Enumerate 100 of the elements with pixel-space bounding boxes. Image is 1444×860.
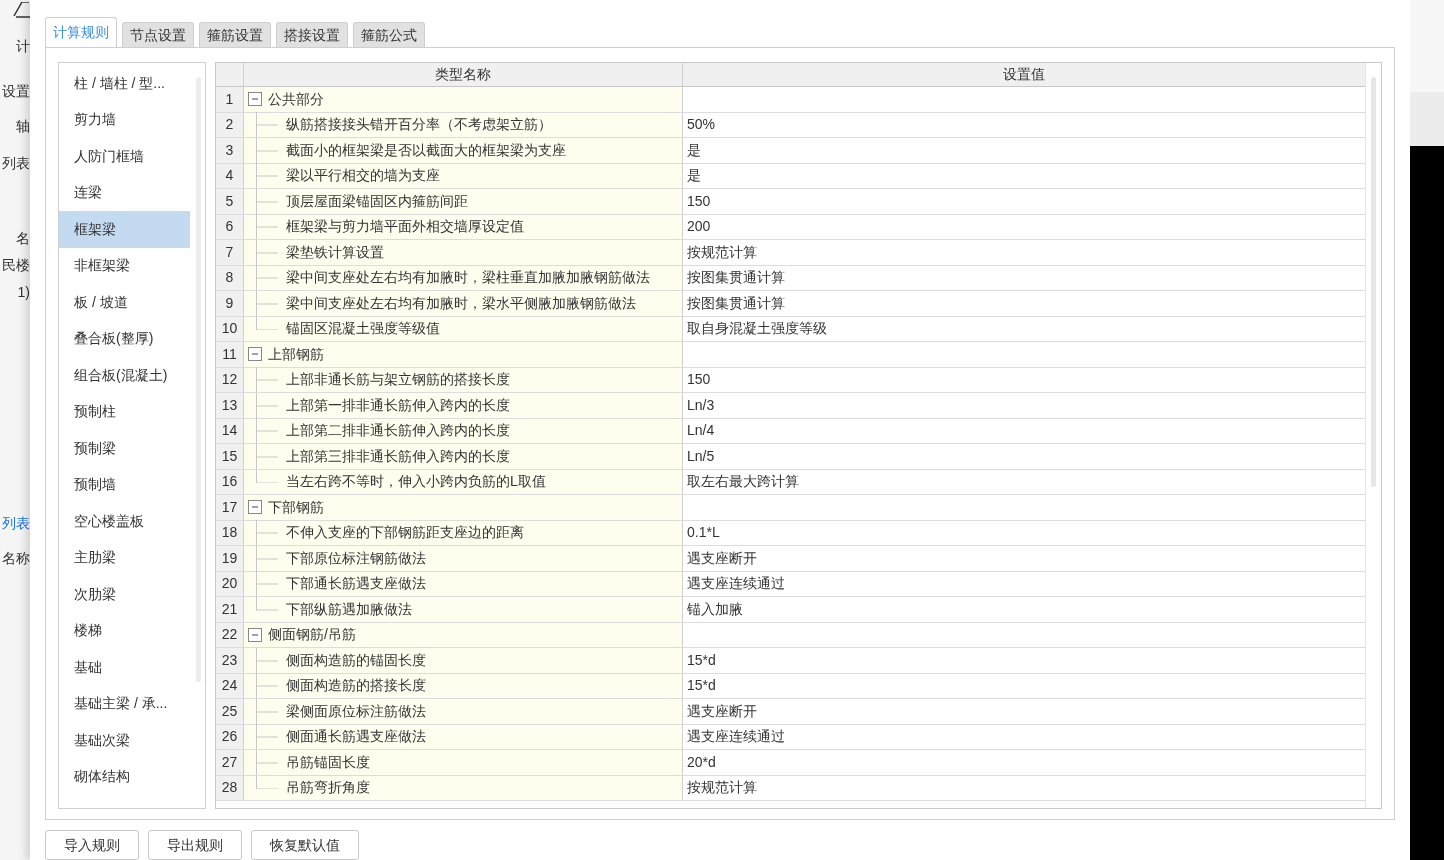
setting-name: 当左右跨不等时，伸入小跨内负筋的L取值 <box>286 472 546 492</box>
setting-value[interactable]: 150 <box>687 190 711 212</box>
background-label: 名称 <box>2 549 30 568</box>
row-number: 24 <box>216 673 244 698</box>
setting-value[interactable]: 按图集贯通计算 <box>687 267 785 289</box>
background-label: 轴 <box>16 117 30 136</box>
row-number: 26 <box>216 724 244 749</box>
row-number: 20 <box>216 571 244 596</box>
category-item[interactable]: 叠合板(整厚) <box>59 320 190 357</box>
tab[interactable]: 计算规则 <box>45 17 117 47</box>
setting-value[interactable]: 按规范计算 <box>687 777 757 799</box>
row-number: 3 <box>216 138 244 163</box>
background-label: 设置 <box>2 82 30 101</box>
setting-name: 下部通长筋遇支座做法 <box>286 574 426 594</box>
setting-value[interactable]: 按规范计算 <box>687 241 757 263</box>
category-item[interactable]: 柱 / 墙柱 / 型... <box>59 65 190 102</box>
collapse-icon[interactable] <box>248 347 262 362</box>
row-number: 1 <box>216 87 244 112</box>
setting-value[interactable]: 0.1*L <box>687 522 720 544</box>
category-item[interactable]: 连梁 <box>59 174 190 211</box>
category-item[interactable]: 次肋梁 <box>59 576 190 613</box>
category-item[interactable]: 框架梁 <box>59 211 190 248</box>
background-label: 列表 <box>2 514 30 533</box>
row-number: 19 <box>216 546 244 571</box>
row-number: 22 <box>216 622 244 647</box>
setting-value[interactable]: 遇支座连续通过 <box>687 726 785 748</box>
category-item[interactable]: 板 / 坡道 <box>59 284 190 321</box>
scrollbar[interactable] <box>1371 77 1376 487</box>
setting-name: 下部纵筋遇加腋做法 <box>286 599 412 619</box>
category-item[interactable]: 主肋梁 <box>59 539 190 576</box>
setting-name: 梁侧面原位标注筋做法 <box>286 701 426 721</box>
row-number: 15 <box>216 444 244 469</box>
setting-value[interactable]: Ln/3 <box>687 394 715 416</box>
row-number: 10 <box>216 316 244 341</box>
category-item[interactable]: 空心楼盖板 <box>59 503 190 540</box>
setting-value[interactable]: 锚入加腋 <box>687 598 743 620</box>
setting-name: 吊筋锚固长度 <box>286 752 370 772</box>
category-item[interactable]: 预制梁 <box>59 430 190 467</box>
setting-value[interactable]: 15*d <box>687 675 716 697</box>
category-item[interactable]: 人防门框墙 <box>59 138 190 175</box>
category-item[interactable]: 剪力墙 <box>59 101 190 138</box>
setting-value[interactable]: 按图集贯通计算 <box>687 292 785 314</box>
category-item[interactable]: 非框架梁 <box>59 247 190 284</box>
tab[interactable]: 节点设置 <box>122 22 194 47</box>
background-label: 计 <box>16 37 30 56</box>
category-item[interactable]: 楼梯 <box>59 612 190 649</box>
row-number: 2 <box>216 112 244 137</box>
setting-value[interactable]: Ln/5 <box>687 445 715 467</box>
collapse-icon[interactable] <box>248 500 262 515</box>
category-item[interactable]: 基础 <box>59 649 190 686</box>
category-item[interactable]: 组合板(混凝土) <box>59 357 190 394</box>
setting-value[interactable]: 是 <box>687 165 701 187</box>
setting-name: 下部原位标注钢筋做法 <box>286 548 426 568</box>
row-number: 5 <box>216 189 244 214</box>
category-item[interactable]: 预制柱 <box>59 393 190 430</box>
collapse-icon[interactable] <box>248 92 262 107</box>
category-item[interactable]: 基础主梁 / 承... <box>59 685 190 722</box>
action-button[interactable]: 恢复默认值 <box>251 830 359 860</box>
group-name: 公共部分 <box>268 89 324 109</box>
setting-value[interactable]: 200 <box>687 216 711 238</box>
row-number: 28 <box>216 775 244 800</box>
setting-name: 不伸入支座的下部钢筋距支座边的距离 <box>286 523 524 543</box>
row-number: 17 <box>216 495 244 520</box>
setting-name: 侧面构造筋的锚固长度 <box>286 650 426 670</box>
collapse-icon[interactable] <box>248 627 262 642</box>
setting-value[interactable]: 150 <box>687 369 711 391</box>
setting-name: 上部第三排非通长筋伸入跨内的长度 <box>286 446 510 466</box>
setting-value[interactable]: 是 <box>687 139 701 161</box>
tab[interactable]: 箍筋公式 <box>353 22 425 47</box>
action-button[interactable]: 导入规则 <box>45 830 139 860</box>
setting-value[interactable]: 20*d <box>687 751 716 773</box>
setting-value[interactable]: 取左右最大跨计算 <box>687 471 799 493</box>
setting-name: 吊筋弯折角度 <box>286 778 370 798</box>
setting-value[interactable]: 遇支座断开 <box>687 547 757 569</box>
setting-value[interactable]: 遇支座连续通过 <box>687 573 785 595</box>
row-number: 14 <box>216 418 244 443</box>
category-item[interactable]: 预制墙 <box>59 466 190 503</box>
setting-value[interactable]: Ln/4 <box>687 420 715 442</box>
row-number: 12 <box>216 367 244 392</box>
row-number: 7 <box>216 240 244 265</box>
setting-value[interactable]: 15*d <box>687 649 716 671</box>
row-number: 9 <box>216 291 244 316</box>
setting-name: 侧面构造筋的搭接长度 <box>286 676 426 696</box>
setting-name: 锚固区混凝土强度等级值 <box>286 319 440 339</box>
category-item[interactable]: 砌体结构 <box>59 758 190 795</box>
setting-value[interactable]: 50% <box>687 114 716 136</box>
setting-value[interactable]: 遇支座断开 <box>687 700 757 722</box>
row-number: 18 <box>216 520 244 545</box>
app-icon[interactable] <box>12 2 30 18</box>
setting-name: 框架梁与剪力墙平面外相交墙厚设定值 <box>286 217 524 237</box>
row-number: 25 <box>216 699 244 724</box>
category-item[interactable]: 基础次梁 <box>59 722 190 759</box>
setting-name: 纵筋搭接接头错开百分率（不考虑架立筋） <box>286 115 552 135</box>
setting-value[interactable]: 取自身混凝土强度等级 <box>687 318 827 340</box>
background-label: 列表 <box>2 154 30 173</box>
setting-name: 上部第一排非通长筋伸入跨内的长度 <box>286 395 510 415</box>
tab[interactable]: 搭接设置 <box>276 22 348 47</box>
action-button[interactable]: 导出规则 <box>148 830 242 860</box>
tab[interactable]: 箍筋设置 <box>199 22 271 47</box>
row-number: 4 <box>216 163 244 188</box>
